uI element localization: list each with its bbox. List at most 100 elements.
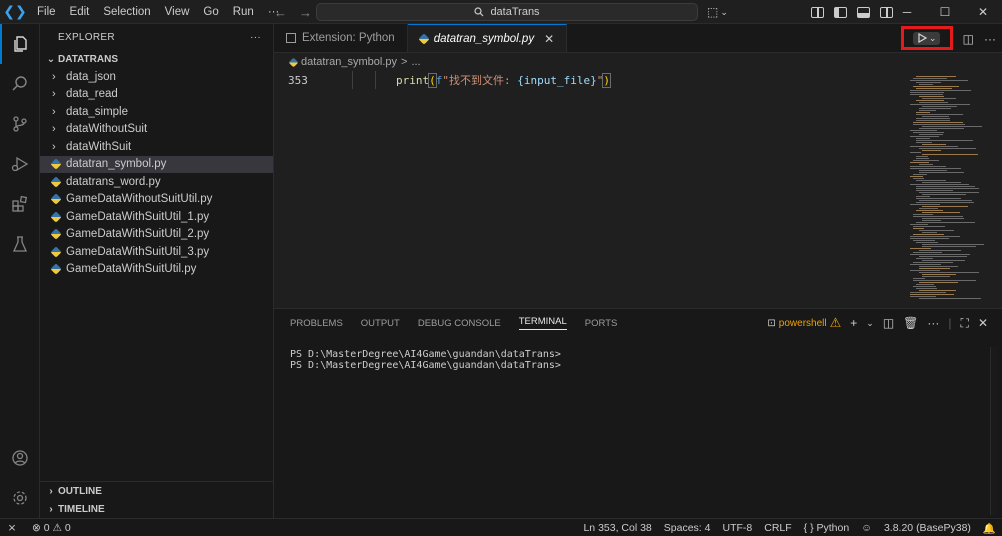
editor-scrollbar[interactable] [996,53,1002,306]
menu-file[interactable]: File [30,0,63,24]
timeline-section[interactable]: › TIMELINE [40,500,274,518]
code-line[interactable]: 353 print(f"找不到文件: {input_file}") [274,71,1002,89]
file-item[interactable]: GameDataWithSuitUtil_3.py [40,243,273,261]
minimap-line [913,240,935,241]
indentation[interactable]: Spaces: 4 [664,522,711,534]
minimap-line [913,178,924,179]
chevron-down-icon: ⌄ [720,6,728,17]
file-item[interactable]: GameDataWithoutSuitUtil.py [40,191,273,209]
menu-view[interactable]: View [158,0,197,24]
breadcrumb-file[interactable]: datatran_symbol.py [301,56,397,68]
split-terminal-icon[interactable]: ◫ [883,316,894,330]
editor-more-icon[interactable]: ··· [984,32,996,46]
run-python-file-button[interactable]: ⌄ [912,31,941,45]
end-of-line[interactable]: CRLF [764,522,791,534]
file-item[interactable]: GameDataWithSuitUtil_2.py [40,226,273,244]
minimap-line [910,248,931,249]
new-terminal-icon[interactable]: + [850,316,857,330]
file-item[interactable]: GameDataWithSuitUtil.py [40,261,273,279]
tab-output[interactable]: OUTPUT [361,318,400,329]
minimap-line [922,150,941,151]
file-item[interactable]: datatrans_word.py [40,173,273,191]
minimap-line [922,116,949,117]
minimap-line [910,90,971,91]
python-interpreter[interactable]: 3.8.20 (BasePy38) [884,522,971,534]
trash-icon[interactable]: 🗑 [903,316,918,330]
folder-item[interactable]: › data_json [40,68,273,86]
cursor-position[interactable]: Ln 353, Col 38 [583,522,651,534]
minimap-line [916,120,950,121]
tab-terminal[interactable]: TERMINAL [518,316,567,330]
panel-actions: ⊡ powershell ⚠ + ⌄ ◫ 🗑 ··· | ⛶ ✕ [767,315,988,331]
forward-arrow-icon[interactable]: → [299,5,312,20]
minimap-line [910,270,940,271]
outline-section[interactable]: › OUTLINE [40,482,274,500]
copilot-status-icon[interactable]: ☺ [861,522,872,534]
panel-more-icon[interactable]: ··· [927,316,939,330]
command-center[interactable]: dataTrans [316,3,698,21]
split-editor-icon[interactable]: ◫ [963,32,974,46]
minimap-line [910,204,940,205]
copilot-button[interactable]: ⬚ ⌄ [707,0,728,24]
file-item-selected[interactable]: datatran_symbol.py [40,155,273,173]
toggle-panel-icon[interactable] [857,6,870,18]
chevron-down-icon[interactable]: ⌄ [929,33,937,44]
minimap-line [916,114,963,115]
folder-item[interactable]: › data_simple [40,103,273,121]
minimap-line [919,110,936,111]
minimap-line [913,252,942,253]
problems-status[interactable]: ⊗ 0 ⚠ 0 [32,522,71,534]
error-count: 0 [43,521,50,534]
close-window-icon[interactable]: ✕ [964,0,1002,24]
folder-item[interactable]: › dataWithoutSuit [40,121,273,139]
explorer-icon[interactable] [0,24,40,64]
layout-controls [811,0,893,24]
language-mode[interactable]: { } Python [804,522,850,534]
menu-go[interactable]: Go [196,0,225,24]
workspace-root[interactable]: ⌄ DATATRANS [40,50,273,68]
account-icon[interactable] [0,438,40,478]
tab-datatran-symbol[interactable]: datatran_symbol.py ✕ [407,24,568,52]
menu-run[interactable]: Run [226,0,261,24]
breadcrumb-rest[interactable]: ... [411,56,420,68]
tab-debug-console[interactable]: DEBUG CONSOLE [418,318,501,329]
customize-layout-icon[interactable] [811,6,824,18]
folder-item[interactable]: › data_read [40,86,273,104]
close-tab-icon[interactable]: ✕ [544,32,554,46]
minimap-line [916,258,933,259]
remote-indicator-icon[interactable]: ⨯ [0,522,24,534]
maximize-icon[interactable]: ☐ [926,0,964,24]
minimap[interactable] [910,76,996,304]
terminal-shell-selector[interactable]: ⊡ powershell ⚠ [767,315,841,331]
tab-ports[interactable]: PORTS [585,318,618,329]
testing-icon[interactable] [0,224,40,264]
extensions-icon[interactable] [0,184,40,224]
manage-gear-icon[interactable] [0,478,40,518]
search-sidebar-icon[interactable] [0,64,40,104]
file-item[interactable]: GameDataWithSuitUtil_1.py [40,208,273,226]
encoding[interactable]: UTF-8 [722,522,752,534]
minimize-icon[interactable]: ─ [888,0,926,24]
chevron-down-icon[interactable]: ⌄ [866,318,874,329]
menu-selection[interactable]: Selection [96,0,157,24]
menu-edit[interactable]: Edit [63,0,97,24]
tab-extension-python[interactable]: Extension: Python [274,24,408,52]
menu-bar: File Edit Selection View Go Run ··· [30,0,286,24]
terminal-scrollbar[interactable] [990,347,998,515]
maximize-panel-icon[interactable]: ⛶ [961,316,969,331]
tab-problems[interactable]: PROBLEMS [290,318,343,329]
close-panel-icon[interactable]: ✕ [978,316,988,330]
explorer-more-icon[interactable]: ··· [250,32,261,43]
source-control-icon[interactable] [0,104,40,144]
terminal-body[interactable]: PS D:\MasterDegree\AI4Game\guandan\dataT… [274,337,1002,371]
back-arrow-icon[interactable]: ← [274,5,287,20]
minimap-line [916,112,930,113]
minimap-line [919,298,981,299]
minimap-line [919,148,976,149]
toggle-primary-sidebar-icon[interactable] [834,6,847,18]
folder-item[interactable]: › dataWithSuit [40,138,273,156]
editor-actions: ⌄ ◫ ··· [900,26,996,50]
search-icon [474,7,484,17]
run-debug-icon[interactable] [0,144,40,184]
notifications-bell-icon[interactable]: 🔔 [983,522,996,535]
